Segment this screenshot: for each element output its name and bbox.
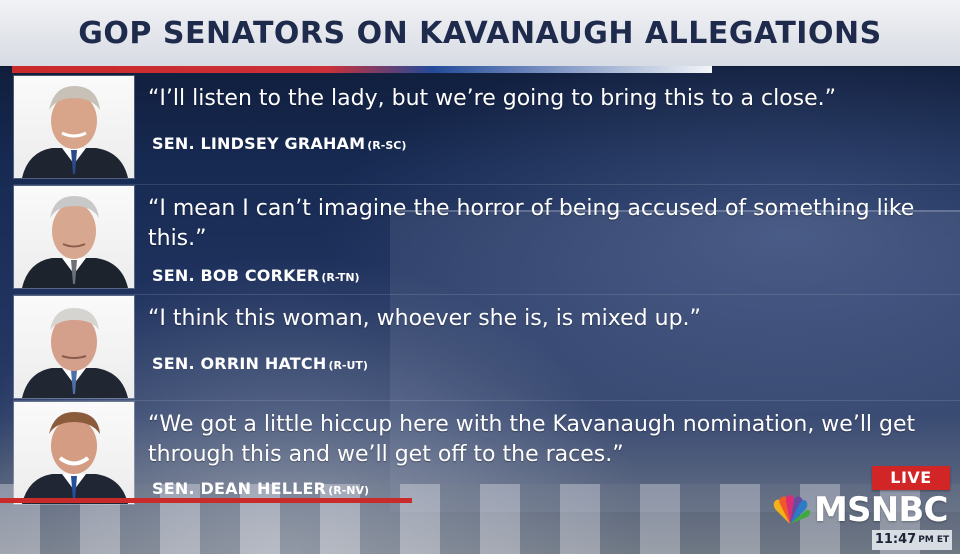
portrait-graham <box>22 86 128 178</box>
quotes-panel: “I’ll listen to the lady, but we’re goin… <box>14 76 960 508</box>
senator-attribution: SEN. LINDSEY GRAHAM (R-SC) <box>152 134 406 153</box>
senator-photo <box>14 76 134 178</box>
quote-row: “I mean I can’t imagine the horror of be… <box>14 186 960 294</box>
senator-name: SEN. BOB CORKER <box>152 266 320 285</box>
senator-photo <box>14 402 134 504</box>
headline-bar: GOP SENATORS ON KAVANAUGH ALLEGATIONS <box>0 0 960 66</box>
quote-text: “We got a little hiccup here with the Ka… <box>148 412 916 467</box>
senator-attribution: SEN. DEAN HELLER (R-NV) <box>152 479 369 498</box>
senator-photo <box>14 186 134 288</box>
senator-party: (R-SC) <box>367 139 407 152</box>
senator-party: (R-NV) <box>328 484 370 497</box>
portrait-corker <box>22 196 128 288</box>
senator-party: (R-UT) <box>328 359 368 372</box>
portrait-hatch <box>22 308 128 398</box>
quote-row: “I think this woman, whoever she is, is … <box>14 296 960 400</box>
senator-photo <box>14 296 134 398</box>
time-display: 11:47 PM ET <box>872 530 952 550</box>
row-divider <box>14 184 960 185</box>
clock-time: 11:47 <box>874 532 917 547</box>
live-badge: LIVE <box>872 466 950 490</box>
bottom-red-rule <box>0 498 412 503</box>
row-divider <box>14 294 960 295</box>
senator-name: SEN. DEAN HELLER <box>152 479 327 498</box>
senator-party: (R-TN) <box>321 271 360 284</box>
peacock-icon <box>773 495 811 524</box>
senator-attribution: SEN. ORRIN HATCH (R-UT) <box>152 354 368 373</box>
quote-text: “I mean I can’t imagine the horror of be… <box>148 196 915 251</box>
network-logo: MSNBC <box>768 490 954 530</box>
network-brand: MSNBC <box>814 490 948 530</box>
headline-title: GOP SENATORS ON KAVANAUGH ALLEGATIONS <box>78 16 882 51</box>
senator-attribution: SEN. BOB CORKER (R-TN) <box>152 266 360 285</box>
senator-name: SEN. LINDSEY GRAHAM <box>152 134 366 153</box>
headline-color-rule <box>12 66 712 73</box>
row-divider <box>14 400 960 401</box>
time-zone: PM ET <box>918 535 950 545</box>
quote-text: “I’ll listen to the lady, but we’re goin… <box>148 86 837 111</box>
quote-row: “I’ll listen to the lady, but we’re goin… <box>14 76 960 184</box>
quote-text: “I think this woman, whoever she is, is … <box>148 306 701 331</box>
senator-name: SEN. ORRIN HATCH <box>152 354 327 373</box>
portrait-heller <box>22 412 128 504</box>
